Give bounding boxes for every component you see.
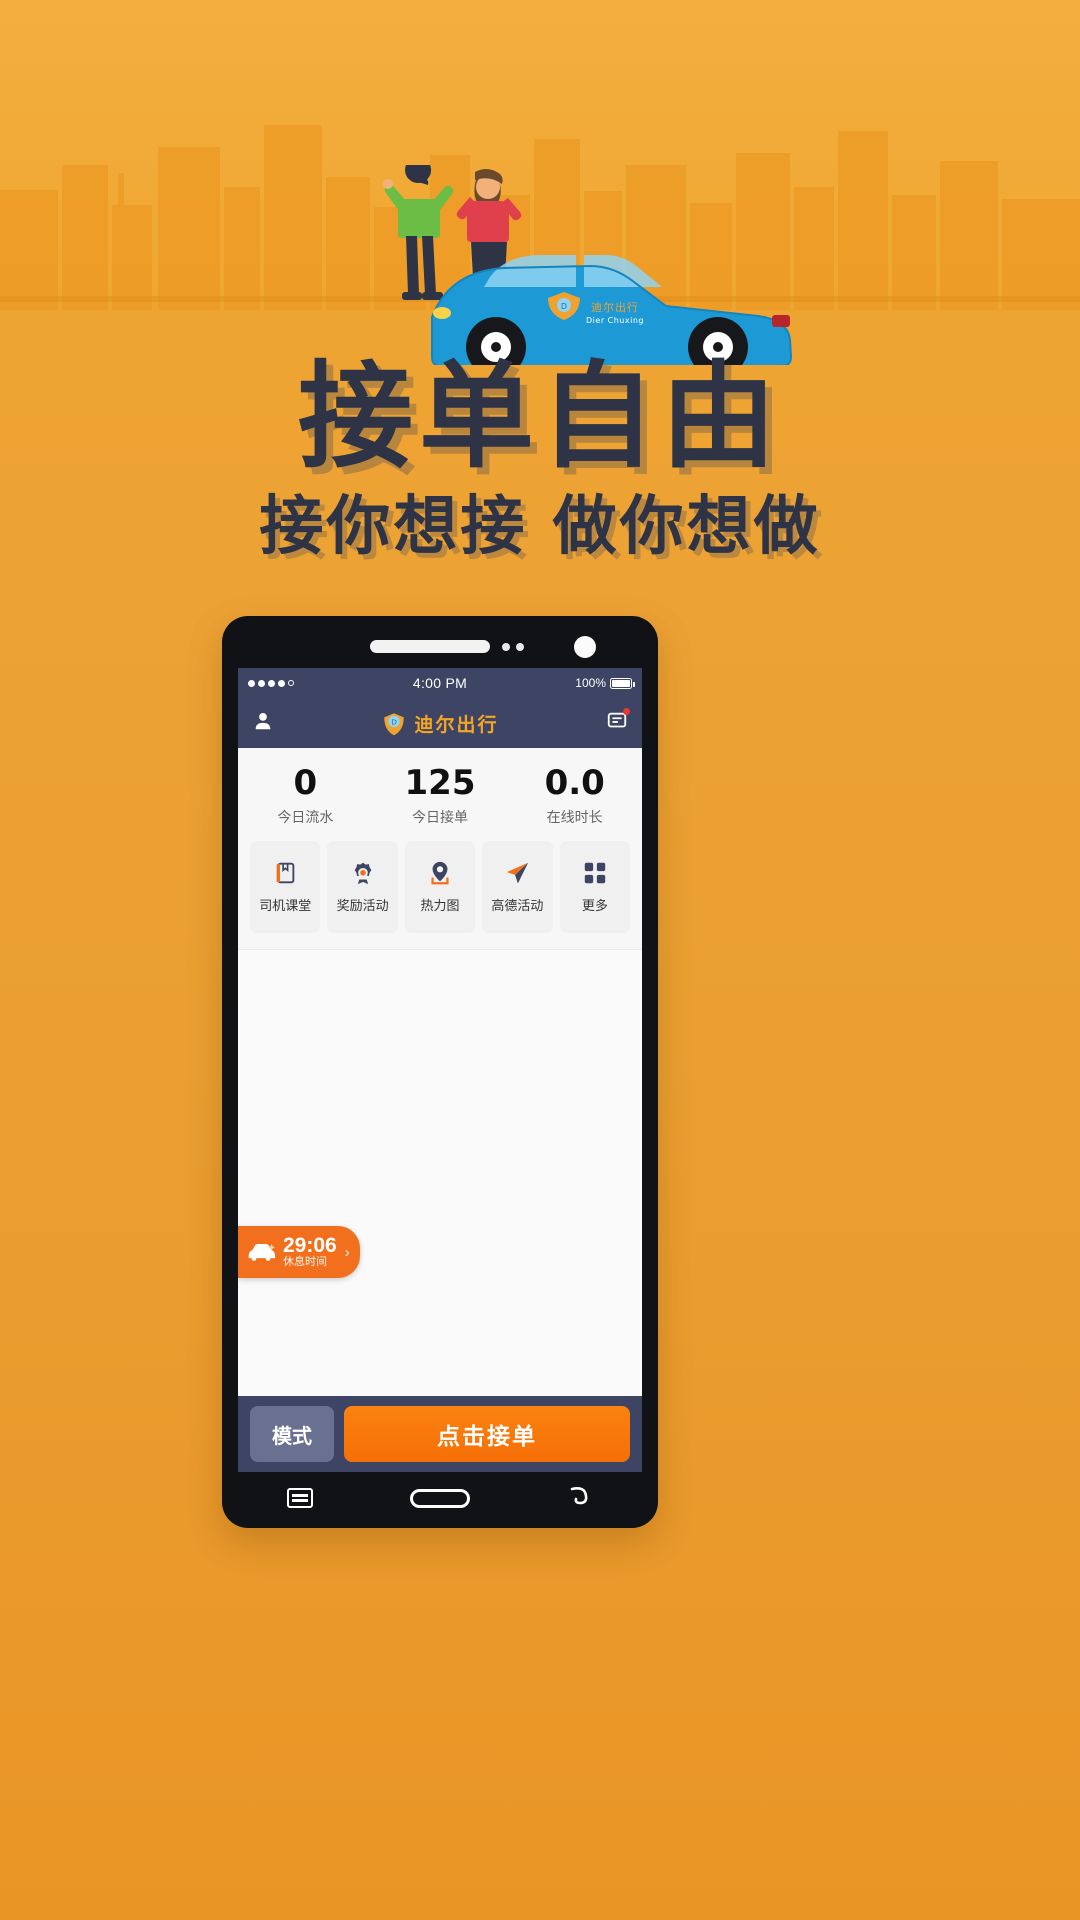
quick-action-more[interactable]: 更多 <box>559 840 631 933</box>
accept-order-button[interactable]: 点击接单 <box>344 1406 630 1462</box>
stat-today-orders[interactable]: 125 今日接单 <box>373 763 508 827</box>
message-badge-dot <box>623 707 630 715</box>
quick-action-label: 司机课堂 <box>259 897 312 913</box>
medal-icon <box>354 862 371 884</box>
phone-front-camera <box>574 636 596 658</box>
svg-text:D: D <box>392 718 398 727</box>
status-bar: 4:00 PM 100% <box>238 668 642 698</box>
home-pill-icon[interactable] <box>409 1488 470 1508</box>
quick-action-label: 奖励活动 <box>336 897 389 913</box>
phone-mockup: 4:00 PM 100% D 迪尔出行 0 今日流水 125 今日接单 0.0 … <box>222 616 658 1528</box>
rest-timer-label: 休息时间 <box>283 1256 327 1269</box>
message-icon[interactable] <box>606 707 630 737</box>
car-icon <box>248 1244 276 1261</box>
recent-apps-icon[interactable] <box>286 1488 313 1508</box>
hero-illustration: D 迪尔出行 Dier Chuxing <box>383 165 793 365</box>
svg-text:迪尔出行: 迪尔出行 <box>591 300 639 314</box>
app-brand-name: 迪尔出行 <box>414 713 499 736</box>
bottom-action-bar: 模式 点击接单 <box>238 1396 642 1472</box>
phone-sensor-dot-1 <box>502 643 510 651</box>
battery-full-icon <box>610 677 635 689</box>
rest-timer-pill[interactable]: 29:06 休息时间 › <box>238 1226 360 1278</box>
quick-action-label: 高德活动 <box>491 897 544 913</box>
grid-icon <box>584 862 606 883</box>
quick-action-label: 更多 <box>581 897 608 913</box>
quick-actions-grid: 司机课堂 奖励活动 热力图 高德活动 更多 <box>238 840 642 949</box>
stat-online-hours[interactable]: 0.0 在线时长 <box>507 763 642 827</box>
svg-text:D: D <box>561 302 567 311</box>
shield-logo-icon: D <box>384 713 405 736</box>
quick-action-gaode-activity[interactable]: 高德活动 <box>482 840 553 933</box>
phone-screen: 4:00 PM 100% D 迪尔出行 0 今日流水 125 今日接单 0.0 … <box>238 668 642 1472</box>
map-body-area[interactable]: 29:06 休息时间 › <box>238 948 642 1396</box>
person-man <box>383 165 454 300</box>
stat-value: 125 <box>404 763 476 803</box>
stat-label: 在线时长 <box>546 808 603 825</box>
stat-today-revenue[interactable]: 0 今日流水 <box>238 763 373 827</box>
rest-timer-time: 29:06 <box>283 1234 337 1258</box>
paper-plane-icon <box>507 862 529 883</box>
phone-sensor-dot-2 <box>516 643 524 651</box>
quick-action-heatmap[interactable]: 热力图 <box>404 840 476 933</box>
phone-earpiece <box>370 640 490 653</box>
quick-action-reward-activity[interactable]: 奖励活动 <box>327 840 398 933</box>
blue-car: D 迪尔出行 Dier Chuxing <box>431 255 793 365</box>
stat-label: 今日流水 <box>277 808 334 825</box>
svg-text:Dier Chuxing: Dier Chuxing <box>586 316 644 325</box>
map-pin-icon <box>431 861 449 885</box>
stat-value: 0.0 <box>544 763 605 803</box>
android-nav-bar <box>238 1476 642 1520</box>
status-bar-right: 100% <box>575 676 635 690</box>
quick-action-driver-class[interactable]: 司机课堂 <box>250 840 321 933</box>
page-title: 接单自由 <box>297 350 782 484</box>
quick-action-label: 热力图 <box>420 897 460 913</box>
app-brand: D 迪尔出行 <box>238 710 642 737</box>
back-icon[interactable] <box>567 1485 593 1512</box>
poster-background: D 迪尔出行 Dier Chuxing 接单自由 接你想接 做你想做 4:00 … <box>0 0 1080 1920</box>
chevron-right-icon: › <box>344 1243 350 1261</box>
app-bar: D 迪尔出行 <box>238 698 642 748</box>
page-subtitle: 接你想接 做你想做 <box>259 490 821 564</box>
stat-label: 今日接单 <box>412 808 468 825</box>
stats-row: 0 今日流水 125 今日接单 0.0 在线时长 <box>238 748 642 841</box>
battery-percent-label: 100% <box>575 676 606 690</box>
mode-button[interactable]: 模式 <box>250 1406 334 1462</box>
book-icon <box>276 862 295 883</box>
stat-value: 0 <box>293 763 318 803</box>
